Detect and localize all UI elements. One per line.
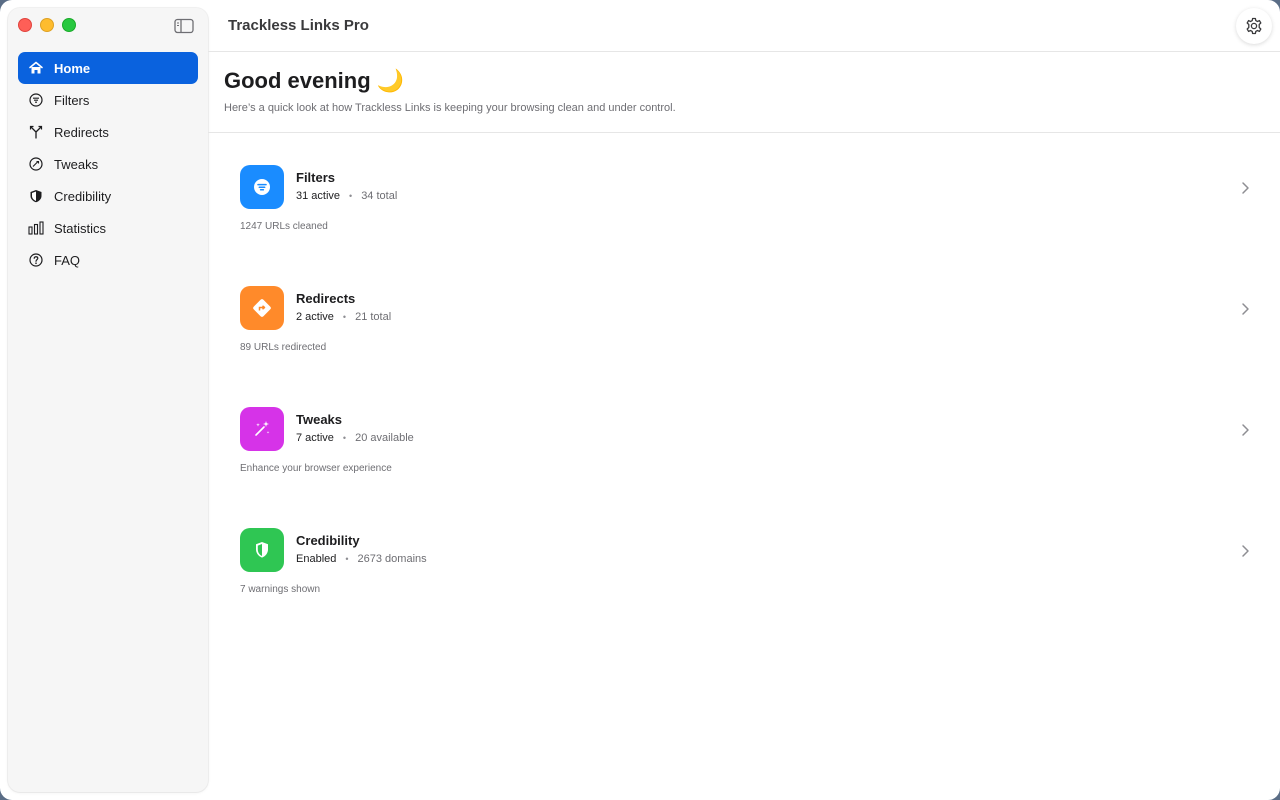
chevron-right-icon[interactable] <box>1240 423 1250 437</box>
card-note: 1247 URLs cleaned <box>240 221 328 232</box>
sidebar-item-credibility[interactable]: Credibility <box>18 180 198 212</box>
card-note: 7 warnings shown <box>240 584 321 595</box>
card-primary-stat: Enabled <box>296 553 337 565</box>
card-note: Enhance your browser experience <box>240 463 392 474</box>
house-icon <box>28 60 44 76</box>
separator-dot: • <box>342 312 347 322</box>
greeting-header: Good evening 🌙 Here’s a quick look at ho… <box>208 52 1280 133</box>
card-primary-stat: 31 active <box>296 190 341 202</box>
sidebar-item-label: FAQ <box>54 252 81 268</box>
close-window-button[interactable] <box>18 18 32 32</box>
card-secondary-stat: 2673 domains <box>357 553 427 565</box>
separator-dot: • <box>345 554 349 564</box>
card-meta: Enabled • 2673 domains <box>296 553 427 565</box>
card-meta: 31 active • 34 total <box>296 190 397 202</box>
overview-cards: Filters 31 active • 34 total 1247 URLs c… <box>208 133 1280 617</box>
separator-dot: • <box>342 433 347 443</box>
gear-icon <box>1245 17 1263 35</box>
card-title: Redirects <box>296 291 356 306</box>
shield-icon <box>28 188 44 204</box>
greeting-title: Good evening 🌙 <box>224 68 405 93</box>
sidebar-item-statistics[interactable]: Statistics <box>18 212 198 244</box>
chevron-right-icon[interactable] <box>1240 544 1250 558</box>
sidebar-item-label: Redirects <box>54 124 109 140</box>
chevron-right-icon[interactable] <box>1240 181 1250 195</box>
card-title: Credibility <box>296 533 360 548</box>
filter-icon <box>240 165 284 209</box>
sidebar-item-faq[interactable]: FAQ <box>18 244 198 276</box>
sidebar-item-redirects[interactable]: Redirects <box>18 116 198 148</box>
sidebar-item-label: Credibility <box>54 188 112 204</box>
app-title: Trackless Links Pro <box>228 17 369 34</box>
card-meta: 7 active • 20 available <box>296 432 414 444</box>
card-secondary-stat: 21 total <box>355 311 392 323</box>
card-title: Filters <box>296 170 336 185</box>
chevron-right-icon[interactable] <box>1240 302 1250 316</box>
sidebar: Home Filters Redirects Tweaks Credibilit… <box>8 8 208 792</box>
sidebar-item-label: Statistics <box>54 220 107 236</box>
sidebar-toggle-icon[interactable] <box>174 18 194 34</box>
minimize-window-button[interactable] <box>40 18 54 32</box>
sidebar-item-tweaks[interactable]: Tweaks <box>18 148 198 180</box>
app-window: Home Filters Redirects Tweaks Credibilit… <box>0 0 1280 800</box>
tweaks-icon <box>28 156 44 172</box>
tweaks-card[interactable]: Tweaks 7 active • 20 available Enhance y… <box>208 375 1280 496</box>
settings-button[interactable] <box>1236 8 1272 44</box>
redirect-icon <box>28 124 44 140</box>
filter-icon <box>28 92 44 108</box>
chart-icon <box>28 220 44 236</box>
card-secondary-stat: 20 available <box>355 432 414 444</box>
redirects-card[interactable]: Redirects 2 active • 21 total 89 URLs re… <box>208 254 1280 375</box>
sidebar-item-label: Tweaks <box>54 156 99 172</box>
question-icon <box>28 252 44 268</box>
greeting-subtitle: Here’s a quick look at how Trackless Lin… <box>224 102 676 114</box>
zoom-window-button[interactable] <box>62 18 76 32</box>
sparkles-icon <box>240 407 284 451</box>
card-primary-stat: 2 active <box>296 311 334 323</box>
redirect-icon <box>240 286 284 330</box>
filters-card[interactable]: Filters 31 active • 34 total 1247 URLs c… <box>208 133 1280 254</box>
card-secondary-stat: 34 total <box>361 190 398 202</box>
sidebar-nav: Home Filters Redirects Tweaks Credibilit… <box>18 52 198 276</box>
card-note: 89 URLs redirected <box>240 342 327 353</box>
sidebar-item-label: Filters <box>54 92 90 108</box>
title-bar: Trackless Links Pro <box>208 0 1280 52</box>
separator-dot: • <box>349 191 353 201</box>
card-meta: 2 active • 21 total <box>296 311 391 323</box>
credibility-card[interactable]: Credibility Enabled • 2673 domains 7 war… <box>208 496 1280 617</box>
card-title: Tweaks <box>296 412 343 427</box>
sidebar-item-home[interactable]: Home <box>18 52 198 84</box>
shield-icon <box>240 528 284 572</box>
sidebar-item-filters[interactable]: Filters <box>18 84 198 116</box>
window-controls <box>18 18 76 32</box>
sidebar-item-label: Home <box>54 60 91 76</box>
card-primary-stat: 7 active <box>296 432 334 444</box>
